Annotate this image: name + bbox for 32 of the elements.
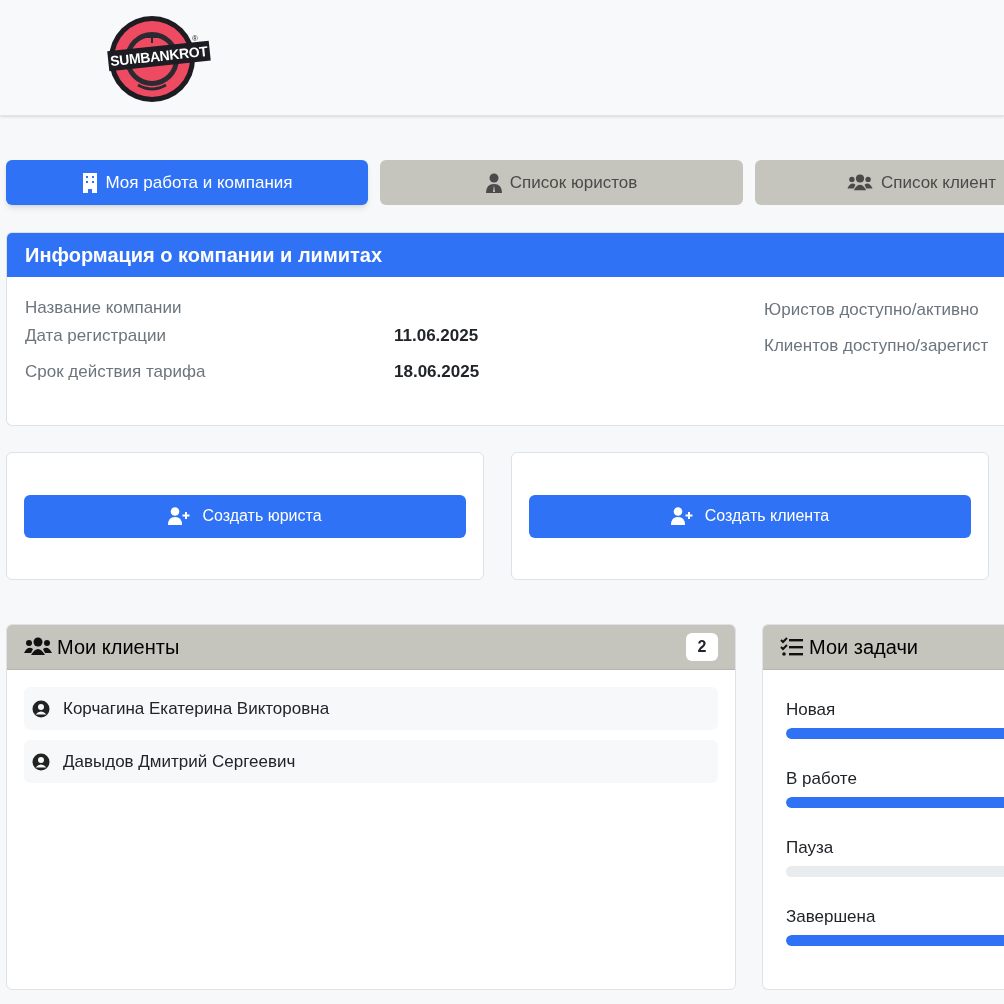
tab[interactable]: Список клиент	[755, 160, 1004, 205]
task-status-label: Новая	[786, 700, 837, 720]
create-button[interactable]: Создать юриста	[24, 494, 466, 538]
client-item[interactable]: Корчагина Екатерина Викторовна	[24, 687, 718, 730]
user-plus-icon	[670, 507, 693, 525]
task-status-label: В работе	[786, 769, 858, 789]
task-status-label: Завершена	[786, 907, 877, 927]
count-badge: 2	[686, 633, 718, 661]
field-value: 18.06.2025	[394, 361, 480, 384]
client-item[interactable]: Давыдов Дмитрий Сергеевич	[24, 740, 718, 783]
field-label: Юристов доступно/активно	[764, 299, 980, 319]
card-title: Мои задачи	[809, 635, 918, 660]
field-value: 11.06.2025	[394, 325, 479, 348]
field-label: Клиентов доступно/зарегист	[764, 335, 989, 355]
card-title: Мои клиенты	[57, 635, 180, 660]
checklist-icon	[780, 637, 804, 657]
create-button[interactable]: Создать клиента	[529, 494, 971, 538]
field-label: Срок действия тарифа	[25, 361, 207, 384]
tab[interactable]: Моя работа и компания	[6, 160, 368, 205]
registered-mark: ®	[192, 34, 198, 43]
user-circle-icon	[32, 699, 50, 718]
tab[interactable]: Список юристов	[380, 160, 743, 205]
user-icon	[485, 172, 502, 193]
task-status-label: Пауза	[786, 838, 835, 858]
card-title: Информация о компании и лимитах	[25, 243, 382, 268]
user-circle-icon	[32, 752, 50, 771]
users-icon	[847, 173, 873, 192]
users-icon	[24, 637, 52, 657]
field-label: Название компании	[25, 297, 183, 320]
user-plus-icon	[168, 507, 191, 525]
building-icon	[81, 172, 98, 193]
field-label: Дата регистрации	[25, 325, 167, 348]
